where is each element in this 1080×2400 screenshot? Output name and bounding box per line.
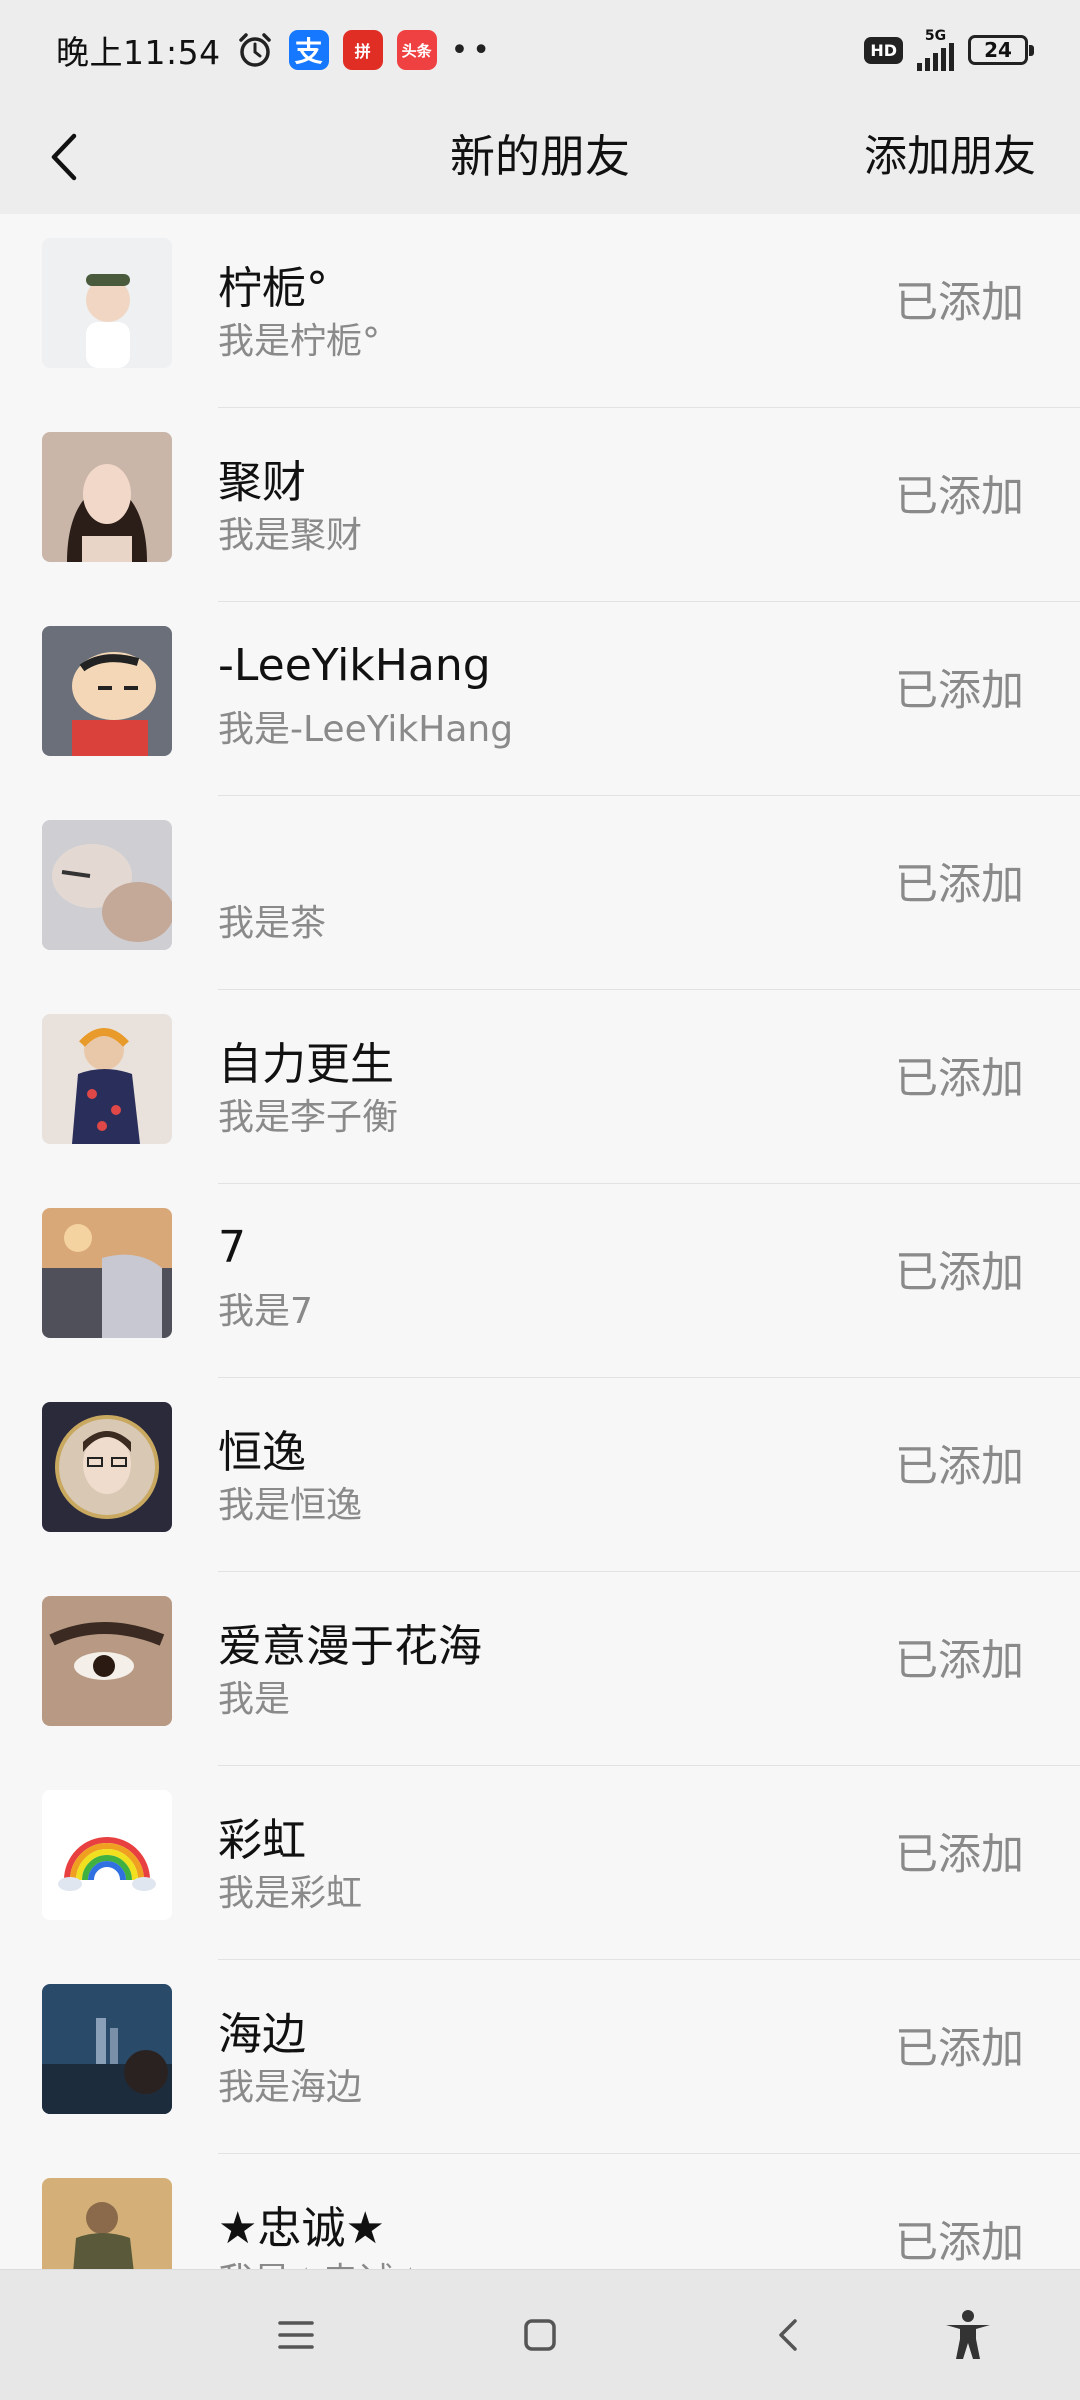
battery-icon: 24 xyxy=(968,35,1034,65)
friend-message: 我是 xyxy=(218,1679,291,1720)
accessibility-icon xyxy=(946,2310,990,2359)
friend-row[interactable]: 7 我是7 已添加 xyxy=(0,1184,1080,1378)
added-status: 已添加 xyxy=(895,1830,1024,1880)
friend-message: 我是茶 xyxy=(218,903,327,944)
friend-row[interactable]: 恒逸 我是恒逸 已添加 xyxy=(0,1378,1080,1572)
system-back-button[interactable] xyxy=(748,2295,828,2375)
added-status: 已添加 xyxy=(895,1054,1024,1104)
added-status: 已添加 xyxy=(895,1636,1024,1686)
signal-icon: 5G xyxy=(917,29,954,71)
system-nav-bar xyxy=(0,2269,1080,2400)
home-icon xyxy=(524,2319,556,2351)
friend-message: 我是彩虹 xyxy=(218,1873,363,1914)
status-right: HD 5G 24 xyxy=(864,29,1034,71)
friend-list: 柠栀° 我是柠栀° 已添加 聚财 我是聚财 已添加 -LeeYikHang 我是… xyxy=(0,214,1080,2270)
added-status: 已添加 xyxy=(895,666,1024,716)
added-status: 已添加 xyxy=(895,860,1024,910)
friend-row[interactable]: 柠栀° 我是柠栀° 已添加 xyxy=(0,214,1080,408)
nav-bar: 新的朋友 添加朋友 xyxy=(0,100,1080,214)
added-status: 已添加 xyxy=(895,472,1024,522)
friend-name: -LeeYikHang xyxy=(218,640,491,691)
avatar xyxy=(42,626,172,756)
friend-name: 爱意漫于花海 xyxy=(218,1621,482,1672)
add-friend-button[interactable]: 添加朋友 xyxy=(864,100,1036,214)
friend-row[interactable]: 彩虹 我是彩虹 已添加 xyxy=(0,1766,1080,1960)
avatar xyxy=(42,1790,172,1920)
avatar xyxy=(42,1014,172,1144)
added-status: 已添加 xyxy=(895,1248,1024,1298)
toutiao-icon: 头条 xyxy=(396,30,437,70)
friend-name: 自力更生 xyxy=(218,1039,394,1090)
status-bar: 晚上11:54 支 拼 头条 •• HD 5G 24 xyxy=(0,0,1080,100)
friend-row[interactable]: 我是茶 已添加 xyxy=(0,796,1080,990)
friend-row[interactable]: -LeeYikHang 我是-LeeYikHang 已添加 xyxy=(0,602,1080,796)
accessibility-button[interactable] xyxy=(928,2295,1008,2375)
added-status: 已添加 xyxy=(895,2024,1024,2074)
friend-name: ★忠诚★ xyxy=(218,2203,385,2254)
friend-name: 聚财 xyxy=(218,457,306,508)
menu-icon xyxy=(278,2321,314,2349)
friend-name: 恒逸 xyxy=(218,1427,306,1478)
signal-bars xyxy=(917,43,954,71)
avatar xyxy=(42,432,172,562)
friend-message: 我是柠栀° xyxy=(218,321,381,362)
added-status: 已添加 xyxy=(895,2218,1024,2268)
friend-name: 7 xyxy=(218,1222,246,1273)
alipay-icon: 支 xyxy=(288,30,329,70)
friend-row[interactable]: ★忠诚★ 我是★忠诚★ 已添加 xyxy=(0,2154,1080,2270)
friend-name: 柠栀° xyxy=(218,263,328,314)
friend-message: 我是★忠诚★ xyxy=(218,2252,427,2270)
avatar xyxy=(42,1208,172,1338)
avatar xyxy=(42,238,172,368)
friend-message: 我是聚财 xyxy=(218,515,363,556)
friend-row[interactable]: 聚财 我是聚财 已添加 xyxy=(0,408,1080,602)
avatar xyxy=(42,1402,172,1532)
more-notifications-icon: •• xyxy=(450,32,494,68)
friend-row[interactable]: 自力更生 我是李子衡 已添加 xyxy=(0,990,1080,1184)
status-time: 晚上11:54 xyxy=(56,33,221,72)
friend-message: 我是海边 xyxy=(218,2067,363,2108)
back-icon xyxy=(779,2319,797,2351)
friend-message: 我是7 xyxy=(218,1291,313,1332)
avatar xyxy=(42,1984,172,2114)
friend-message: 我是恒逸 xyxy=(218,1485,363,1526)
friend-message: 我是-LeeYikHang xyxy=(218,709,514,750)
hd-badge: HD xyxy=(864,36,903,64)
network-type: 5G xyxy=(924,28,947,44)
avatar xyxy=(42,820,172,950)
pinduoduo-icon: 拼 xyxy=(342,30,383,70)
friend-message: 我是李子衡 xyxy=(218,1097,399,1138)
alarm-icon xyxy=(235,30,275,70)
friend-row[interactable]: 爱意漫于花海 我是 已添加 xyxy=(0,1572,1080,1766)
home-button[interactable] xyxy=(500,2295,580,2375)
friend-name: 彩虹 xyxy=(218,1815,306,1866)
friend-row[interactable]: 海边 我是海边 已添加 xyxy=(0,1960,1080,2154)
added-status: 已添加 xyxy=(895,278,1024,328)
added-status: 已添加 xyxy=(895,1442,1024,1492)
avatar xyxy=(42,1596,172,1726)
menu-button[interactable] xyxy=(256,2295,336,2375)
friend-name: 海边 xyxy=(218,2009,306,2060)
avatar xyxy=(42,2178,172,2270)
status-left: 晚上11:54 支 拼 头条 •• xyxy=(56,26,494,74)
